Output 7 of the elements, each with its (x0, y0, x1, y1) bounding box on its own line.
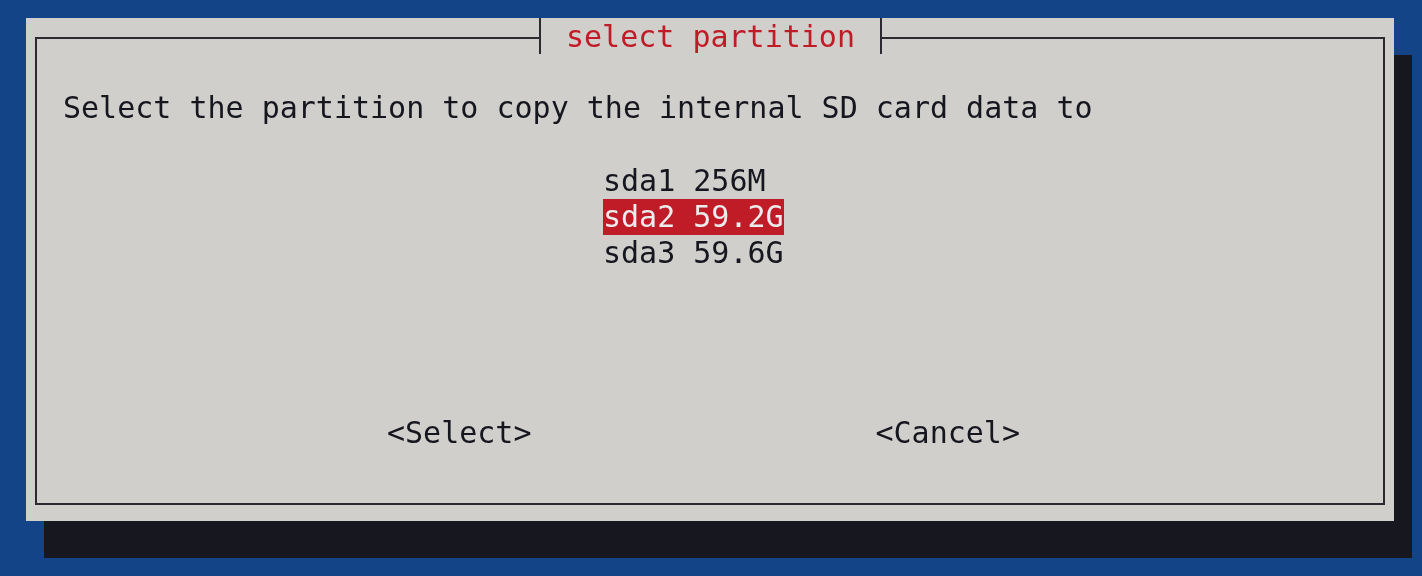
dialog-message: Select the partition to copy the internal SD card data to (63, 90, 1094, 126)
dialog-title: select partition (539, 18, 882, 54)
partition-item[interactable]: sda2 59.2G (603, 199, 784, 235)
partition-item[interactable]: sda3 59.6G (603, 235, 784, 271)
partition-item[interactable]: sda1 256M (603, 163, 766, 199)
dialog-button[interactable]: <Cancel> (875, 415, 1020, 451)
dialog-button[interactable]: <Select> (387, 415, 532, 451)
